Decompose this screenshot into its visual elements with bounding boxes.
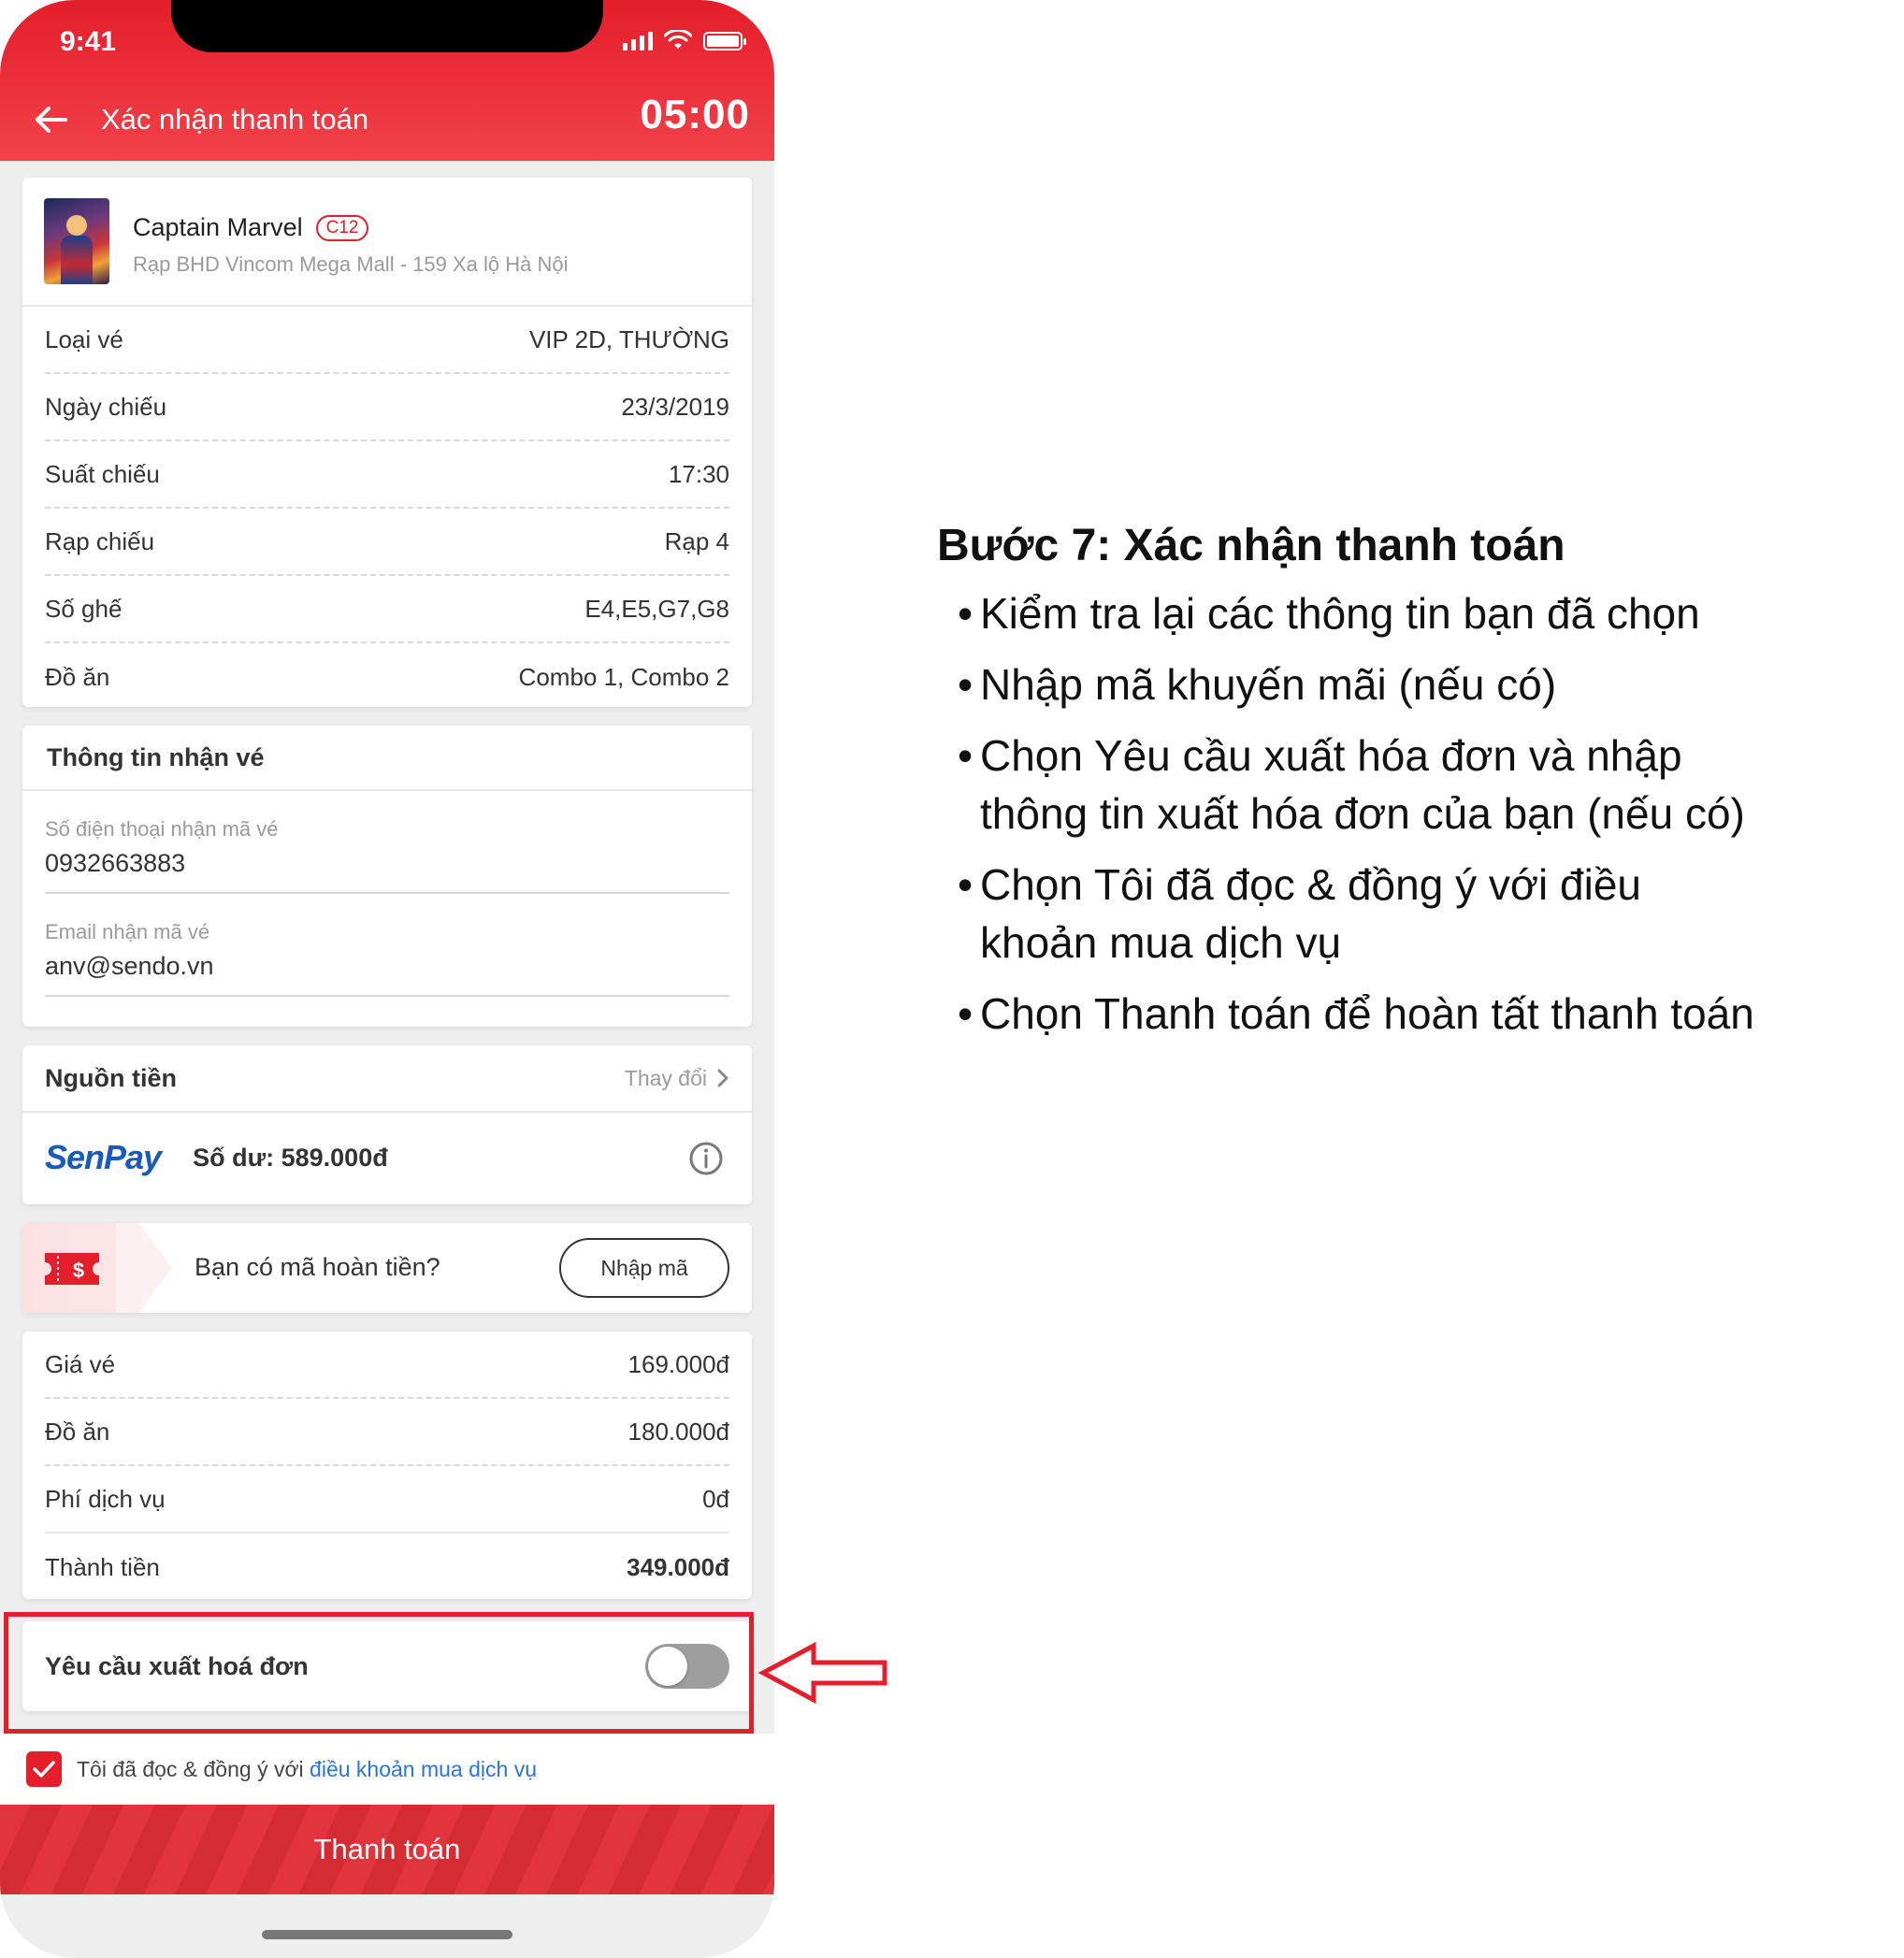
summary-label: Đồ ăn xyxy=(45,1417,110,1446)
movie-header: Captain Marvel C12 Rạp BHD Vincom Mega M… xyxy=(22,178,752,307)
detail-row-ticket-type: Loại vé VIP 2D, THƯỜNG xyxy=(45,307,729,374)
phone-field[interactable]: Số điện thoại nhận mã vé 0932663883 xyxy=(45,791,729,894)
phone-field-label: Số điện thoại nhận mã vé xyxy=(45,817,279,841)
payment-source-body: SenPay Số dư: 589.000đ xyxy=(22,1113,752,1202)
receive-info-title: Thông tin nhận vé xyxy=(22,726,752,791)
terms-link[interactable]: điều khoản mua dịch vụ xyxy=(310,1757,537,1781)
status-icons xyxy=(623,30,746,50)
email-field-value[interactable]: anv@sendo.vn xyxy=(45,952,214,981)
home-indicator xyxy=(262,1930,512,1939)
instructions-title: Bước 7: Xác nhận thanh toán xyxy=(937,521,1565,570)
highlight-box xyxy=(4,1612,754,1734)
enter-code-button[interactable]: Nhập mã xyxy=(559,1238,729,1298)
instructions-panel: Bước 7: Xác nhận thanh toán Kiểm tra lại… xyxy=(937,520,1760,1056)
summary-row-total: Thành tiền 349.000đ xyxy=(45,1533,729,1601)
terms-checkbox[interactable] xyxy=(26,1751,62,1787)
payment-source-card: Nguồn tiền Thay đổi SenPay Số dư: 589.00… xyxy=(22,1045,752,1204)
summary-value: 180.000đ xyxy=(627,1417,729,1446)
battery-icon xyxy=(703,32,746,50)
detail-value: VIP 2D, THƯỜNG xyxy=(528,324,729,353)
terms-text-wrap: Tôi đã đọc & đồng ý với điều khoản mua d… xyxy=(77,1757,537,1782)
detail-label: Suất chiếu xyxy=(45,459,160,488)
chevron-right-icon xyxy=(717,1069,728,1087)
movie-title: Captain Marvel xyxy=(133,213,303,241)
payment-source-header: Nguồn tiền Thay đổi xyxy=(22,1045,752,1113)
summary-row-food: Đồ ăn 180.000đ xyxy=(45,1399,729,1466)
cinema-address: Rạp BHD Vincom Mega Mall - 159 Xa lộ Hà … xyxy=(133,252,569,276)
detail-row-hall: Rạp chiếu Rạp 4 xyxy=(45,509,729,576)
svg-text:$: $ xyxy=(73,1259,84,1282)
terms-row: Tôi đã đọc & đồng ý với điều khoản mua d… xyxy=(0,1734,774,1805)
instruction-item: Chọn Thanh toán để hoàn tất thanh toán xyxy=(937,985,1760,1043)
detail-row-date: Ngày chiếu 23/3/2019 xyxy=(45,374,729,441)
detail-value: Rạp 4 xyxy=(664,526,729,555)
detail-row-food: Đồ ăn Combo 1, Combo 2 xyxy=(45,643,729,711)
info-icon[interactable] xyxy=(688,1141,724,1176)
summary-label: Phí dịch vụ xyxy=(45,1484,166,1513)
summary-row-service-fee: Phí dịch vụ 0đ xyxy=(45,1466,729,1533)
checkmark-icon xyxy=(33,1761,55,1778)
phone-field-value[interactable]: 0932663883 xyxy=(45,849,185,878)
wallet-balance: Số dư: 589.000đ xyxy=(193,1143,388,1172)
movie-poster xyxy=(44,198,109,284)
summary-value: 169.000đ xyxy=(627,1349,729,1378)
wifi-icon xyxy=(664,30,692,49)
page-title: Xác nhận thanh toán xyxy=(101,103,369,136)
detail-label: Rạp chiếu xyxy=(45,526,155,555)
signal-icon xyxy=(623,30,653,50)
refund-code-question: Bạn có mã hoàn tiền? xyxy=(195,1253,440,1281)
change-source-label: Thay đổi xyxy=(624,1065,707,1090)
instruction-item: Chọn Tôi đã đọc & đồng ý với điều khoản … xyxy=(937,856,1760,972)
detail-label: Ngày chiếu xyxy=(45,392,167,421)
instruction-item: Chọn Yêu cầu xuất hóa đơn và nhập thông … xyxy=(937,727,1760,842)
detail-value: 17:30 xyxy=(668,459,729,488)
status-time: 9:41 xyxy=(60,26,117,57)
phone-notch xyxy=(171,0,603,52)
pointer-arrow-icon xyxy=(757,1641,887,1705)
detail-row-showtime: Suất chiếu 17:30 xyxy=(45,441,729,509)
detail-label: Số ghế xyxy=(45,594,123,623)
terms-text: Tôi đã đọc & đồng ý với xyxy=(77,1756,310,1781)
detail-value: E4,E5,G7,G8 xyxy=(584,594,729,623)
change-source-link[interactable]: Thay đổi xyxy=(625,1066,729,1091)
summary-label: Giá vé xyxy=(45,1349,116,1378)
countdown-timer: 05:00 xyxy=(640,92,750,137)
detail-value: Combo 1, Combo 2 xyxy=(518,662,729,691)
email-field[interactable]: Email nhận mã vé anv@sendo.vn xyxy=(45,894,729,997)
payment-source-title: Nguồn tiền xyxy=(45,1063,177,1092)
total-amount: 349.000đ xyxy=(627,1552,729,1581)
detail-value: 23/3/2019 xyxy=(621,392,729,421)
voucher-ticket-icon: $ xyxy=(45,1253,99,1285)
price-summary-card: Giá vé 169.000đ Đồ ăn 180.000đ Phí dịch … xyxy=(22,1332,752,1599)
instruction-item: Kiểm tra lại các thông tin bạn đã chọn xyxy=(937,584,1760,642)
age-rating-badge: C12 xyxy=(315,214,369,241)
detail-label: Loại vé xyxy=(45,324,123,353)
app-header: 9:41 Xác nhận thanh toán 05:00 xyxy=(0,0,774,161)
instructions-list: Kiểm tra lại các thông tin bạn đã chọn N… xyxy=(937,584,1760,1043)
summary-value: 0đ xyxy=(702,1484,729,1513)
summary-row-ticket: Giá vé 169.000đ xyxy=(45,1332,729,1399)
detail-label: Đồ ăn xyxy=(45,662,110,691)
back-arrow-icon[interactable] xyxy=(32,101,69,138)
receive-info-card: Thông tin nhận vé Số điện thoại nhận mã … xyxy=(22,726,752,1027)
pay-button[interactable]: Thanh toán xyxy=(0,1805,774,1894)
movie-title-row: Captain Marvel C12 xyxy=(133,213,369,242)
instruction-item: Nhập mã khuyến mãi (nếu có) xyxy=(937,655,1760,713)
refund-code-card: $ Bạn có mã hoàn tiền? Nhập mã xyxy=(22,1223,752,1313)
email-field-label: Email nhận mã vé xyxy=(45,920,210,943)
booking-details-card: Captain Marvel C12 Rạp BHD Vincom Mega M… xyxy=(22,178,752,707)
detail-row-seats: Số ghế E4,E5,G7,G8 xyxy=(45,576,729,643)
senpay-logo: SenPay xyxy=(45,1138,162,1176)
summary-label: Thành tiền xyxy=(45,1552,160,1581)
